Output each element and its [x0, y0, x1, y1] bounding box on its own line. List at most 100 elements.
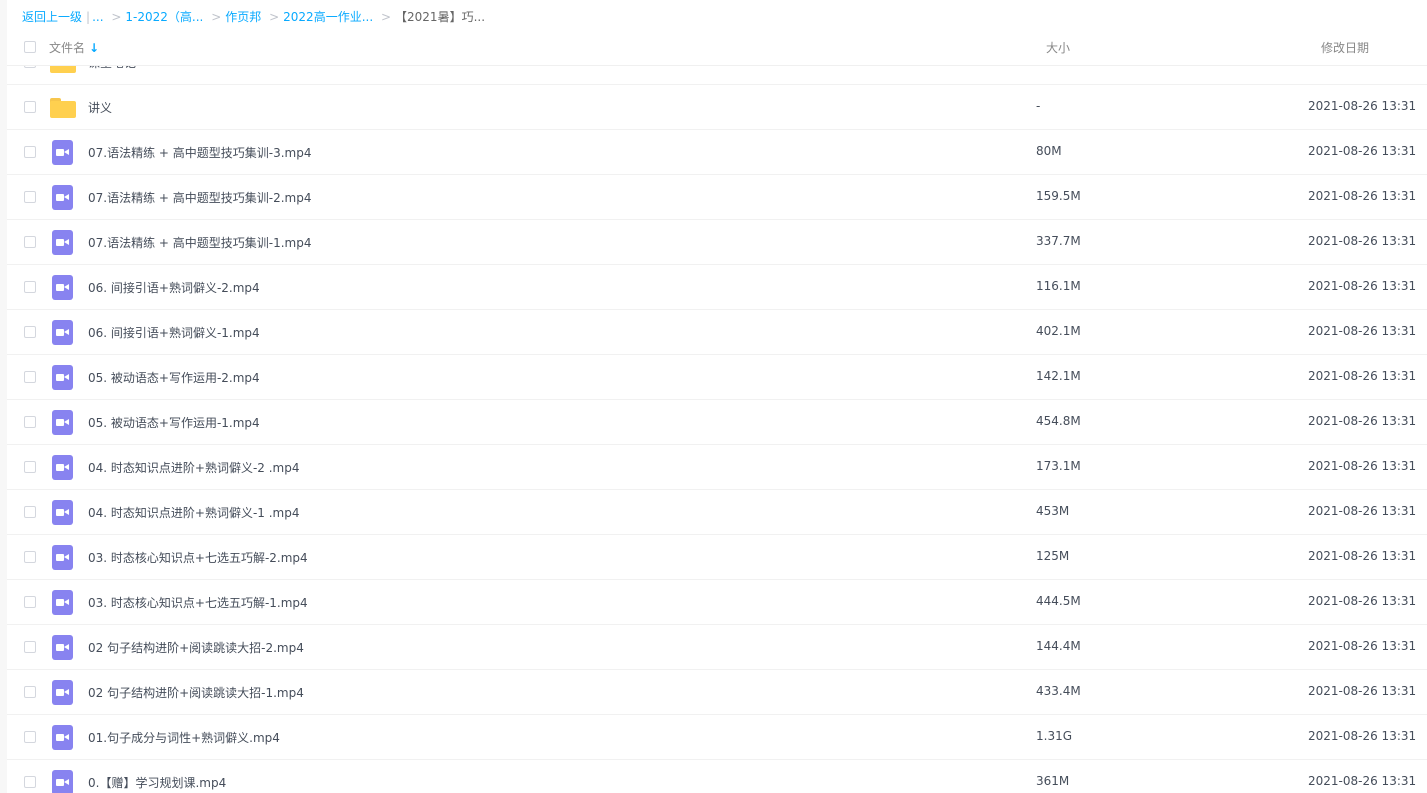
column-header-name[interactable]: 文件名 ↓ — [49, 39, 99, 56]
file-row[interactable]: 07.语法精练 + 高中题型技巧集训-3.mp4 80M 2021-08-26 13… — [7, 130, 1427, 175]
file-size: 159.5M — [1036, 189, 1081, 203]
file-name[interactable]: 03. 时态核心知识点+七选五巧解-2.mp4 — [88, 549, 308, 566]
file-name[interactable]: 02 句子结构进阶+阅读跳读大招-1.mp4 — [88, 684, 304, 701]
file-date: 2021-08-26 13:31 — [1308, 279, 1417, 293]
file-row[interactable]: 04. 时态知识点进阶+熟词僻义-2 .mp4 173.1M 2021-08-26 … — [7, 445, 1427, 490]
row-checkbox[interactable] — [24, 731, 36, 743]
file-row[interactable]: 05. 被动语态+写作运用-1.mp4 454.8M 2021-08-26 13:3… — [7, 400, 1427, 445]
chevron-right-icon: > — [269, 10, 280, 24]
file-list: 课堂笔记2021-08-26 13:31讲义-2021-08-26 13:310… — [7, 40, 1427, 793]
video-file-icon — [52, 185, 73, 210]
row-checkbox[interactable] — [24, 146, 36, 158]
row-checkbox[interactable] — [24, 236, 36, 248]
video-file-icon — [52, 140, 73, 165]
file-row[interactable]: 04. 时态知识点进阶+熟词僻义-1 .mp4 453M 2021-08-26 13… — [7, 490, 1427, 535]
file-name[interactable]: 05. 被动语态+写作运用-1.mp4 — [88, 414, 260, 431]
file-name[interactable]: 07.语法精练 + 高中题型技巧集训-1.mp4 — [88, 234, 312, 251]
column-name-label: 文件名 — [49, 41, 86, 55]
file-size: 454.8M — [1036, 414, 1081, 428]
file-name[interactable]: 06. 间接引语+熟词僻义-2.mp4 — [88, 279, 260, 296]
file-size: 337.7M — [1036, 234, 1081, 248]
folder-row[interactable]: 讲义 - 2021-08-26 13:31 — [7, 85, 1427, 130]
file-date: 2021-08-26 13:31 — [1308, 234, 1417, 248]
video-file-icon — [52, 500, 73, 525]
video-file-icon — [52, 410, 73, 435]
file-row[interactable]: 0.【赠】学习规划课.mp4 361M 2021-08-26 13:31 — [7, 760, 1427, 793]
row-checkbox[interactable] — [24, 461, 36, 473]
video-file-icon — [52, 455, 73, 480]
file-name[interactable]: 07.语法精练 + 高中题型技巧集训-2.mp4 — [88, 189, 312, 206]
file-name[interactable]: 03. 时态核心知识点+七选五巧解-1.mp4 — [88, 594, 308, 611]
file-row[interactable]: 01.句子成分与词性+熟词僻义.mp4 1.31G 2021-08-26 13:31 — [7, 715, 1427, 760]
file-size: - — [1036, 99, 1041, 113]
breadcrumb-divider: | — [86, 10, 91, 24]
row-checkbox[interactable] — [24, 281, 36, 293]
file-row[interactable]: 07.语法精练 + 高中题型技巧集训-1.mp4 337.7M 2021-08-26… — [7, 220, 1427, 265]
video-file-icon — [52, 275, 73, 300]
chevron-right-icon: > — [211, 10, 222, 24]
video-file-icon — [52, 590, 73, 615]
file-size: 80M — [1036, 144, 1062, 158]
video-file-icon — [52, 320, 73, 345]
select-all-checkbox[interactable] — [24, 41, 36, 53]
row-checkbox[interactable] — [24, 776, 36, 788]
video-file-icon — [52, 770, 73, 793]
file-size: 116.1M — [1036, 279, 1081, 293]
breadcrumb-item[interactable]: 2022高一作业... — [283, 10, 373, 24]
row-checkbox[interactable] — [24, 641, 36, 653]
file-name[interactable]: 06. 间接引语+熟词僻义-1.mp4 — [88, 324, 260, 341]
file-date: 2021-08-26 13:31 — [1308, 549, 1417, 563]
file-name[interactable]: 04. 时态知识点进阶+熟词僻义-2 .mp4 — [88, 459, 300, 476]
file-date: 2021-08-26 13:31 — [1308, 594, 1417, 608]
file-date: 2021-08-26 13:31 — [1308, 684, 1417, 698]
file-size: 125M — [1036, 549, 1070, 563]
file-name[interactable]: 讲义 — [88, 99, 112, 116]
video-file-icon — [52, 365, 73, 390]
row-checkbox[interactable] — [24, 101, 36, 113]
file-date: 2021-08-26 13:31 — [1308, 414, 1417, 428]
file-list-panel: 返回上一级 |... >1-2022（高... > 作页邦 >2022高一作业...… — [7, 0, 1427, 793]
row-checkbox[interactable] — [24, 551, 36, 563]
column-header-size[interactable]: 大小 — [1046, 39, 1070, 56]
row-checkbox[interactable] — [24, 371, 36, 383]
row-checkbox[interactable] — [24, 416, 36, 428]
breadcrumb-item[interactable]: 1-2022（高... — [125, 10, 203, 24]
video-file-icon — [52, 635, 73, 660]
breadcrumb-item[interactable]: 作页邦 — [225, 10, 261, 24]
column-header-date[interactable]: 修改日期 — [1321, 39, 1369, 56]
sort-down-icon[interactable]: ↓ — [89, 41, 99, 55]
video-file-icon — [52, 680, 73, 705]
file-date: 2021-08-26 13:31 — [1308, 504, 1417, 518]
row-checkbox[interactable] — [24, 596, 36, 608]
file-size: 144.4M — [1036, 639, 1081, 653]
file-date: 2021-08-26 13:31 — [1308, 99, 1417, 113]
row-checkbox[interactable] — [24, 326, 36, 338]
row-checkbox[interactable] — [24, 686, 36, 698]
file-name[interactable]: 04. 时态知识点进阶+熟词僻义-1 .mp4 — [88, 504, 300, 521]
file-size: 361M — [1036, 774, 1070, 788]
file-size: 1.31G — [1036, 729, 1073, 743]
file-row[interactable]: 07.语法精练 + 高中题型技巧集训-2.mp4 159.5M 2021-08-26… — [7, 175, 1427, 220]
file-row[interactable]: 02 句子结构进阶+阅读跳读大招-1.mp4 433.4M 2021-08-26 1… — [7, 670, 1427, 715]
file-name[interactable]: 05. 被动语态+写作运用-2.mp4 — [88, 369, 260, 386]
file-row[interactable]: 05. 被动语态+写作运用-2.mp4 142.1M 2021-08-26 13:3… — [7, 355, 1427, 400]
video-file-icon — [52, 725, 73, 750]
file-row[interactable]: 03. 时态核心知识点+七选五巧解-2.mp4 125M 2021-08-26 13… — [7, 535, 1427, 580]
file-row[interactable]: 03. 时态核心知识点+七选五巧解-1.mp4 444.5M 2021-08-26 … — [7, 580, 1427, 625]
file-row[interactable]: 02 句子结构进阶+阅读跳读大招-2.mp4 144.4M 2021-08-26 1… — [7, 625, 1427, 670]
file-date: 2021-08-26 13:31 — [1308, 639, 1417, 653]
file-row[interactable]: 06. 间接引语+熟词僻义-1.mp4 402.1M 2021-08-26 13:3… — [7, 310, 1427, 355]
chevron-right-icon: > — [380, 10, 392, 24]
file-size: 444.5M — [1036, 594, 1081, 608]
file-name[interactable]: 01.句子成分与词性+熟词僻义.mp4 — [88, 729, 280, 746]
back-link[interactable]: 返回上一级 — [22, 10, 82, 24]
file-name[interactable]: 07.语法精练 + 高中题型技巧集训-3.mp4 — [88, 144, 312, 161]
file-date: 2021-08-26 13:31 — [1308, 729, 1417, 743]
file-name[interactable]: 0.【赠】学习规划课.mp4 — [88, 774, 226, 791]
row-checkbox[interactable] — [24, 191, 36, 203]
row-checkbox[interactable] — [24, 506, 36, 518]
file-date: 2021-08-26 13:31 — [1308, 369, 1417, 383]
breadcrumb-ellipsis[interactable]: ... — [92, 10, 103, 24]
file-row[interactable]: 06. 间接引语+熟词僻义-2.mp4 116.1M 2021-08-26 13:3… — [7, 265, 1427, 310]
file-name[interactable]: 02 句子结构进阶+阅读跳读大招-2.mp4 — [88, 639, 304, 656]
